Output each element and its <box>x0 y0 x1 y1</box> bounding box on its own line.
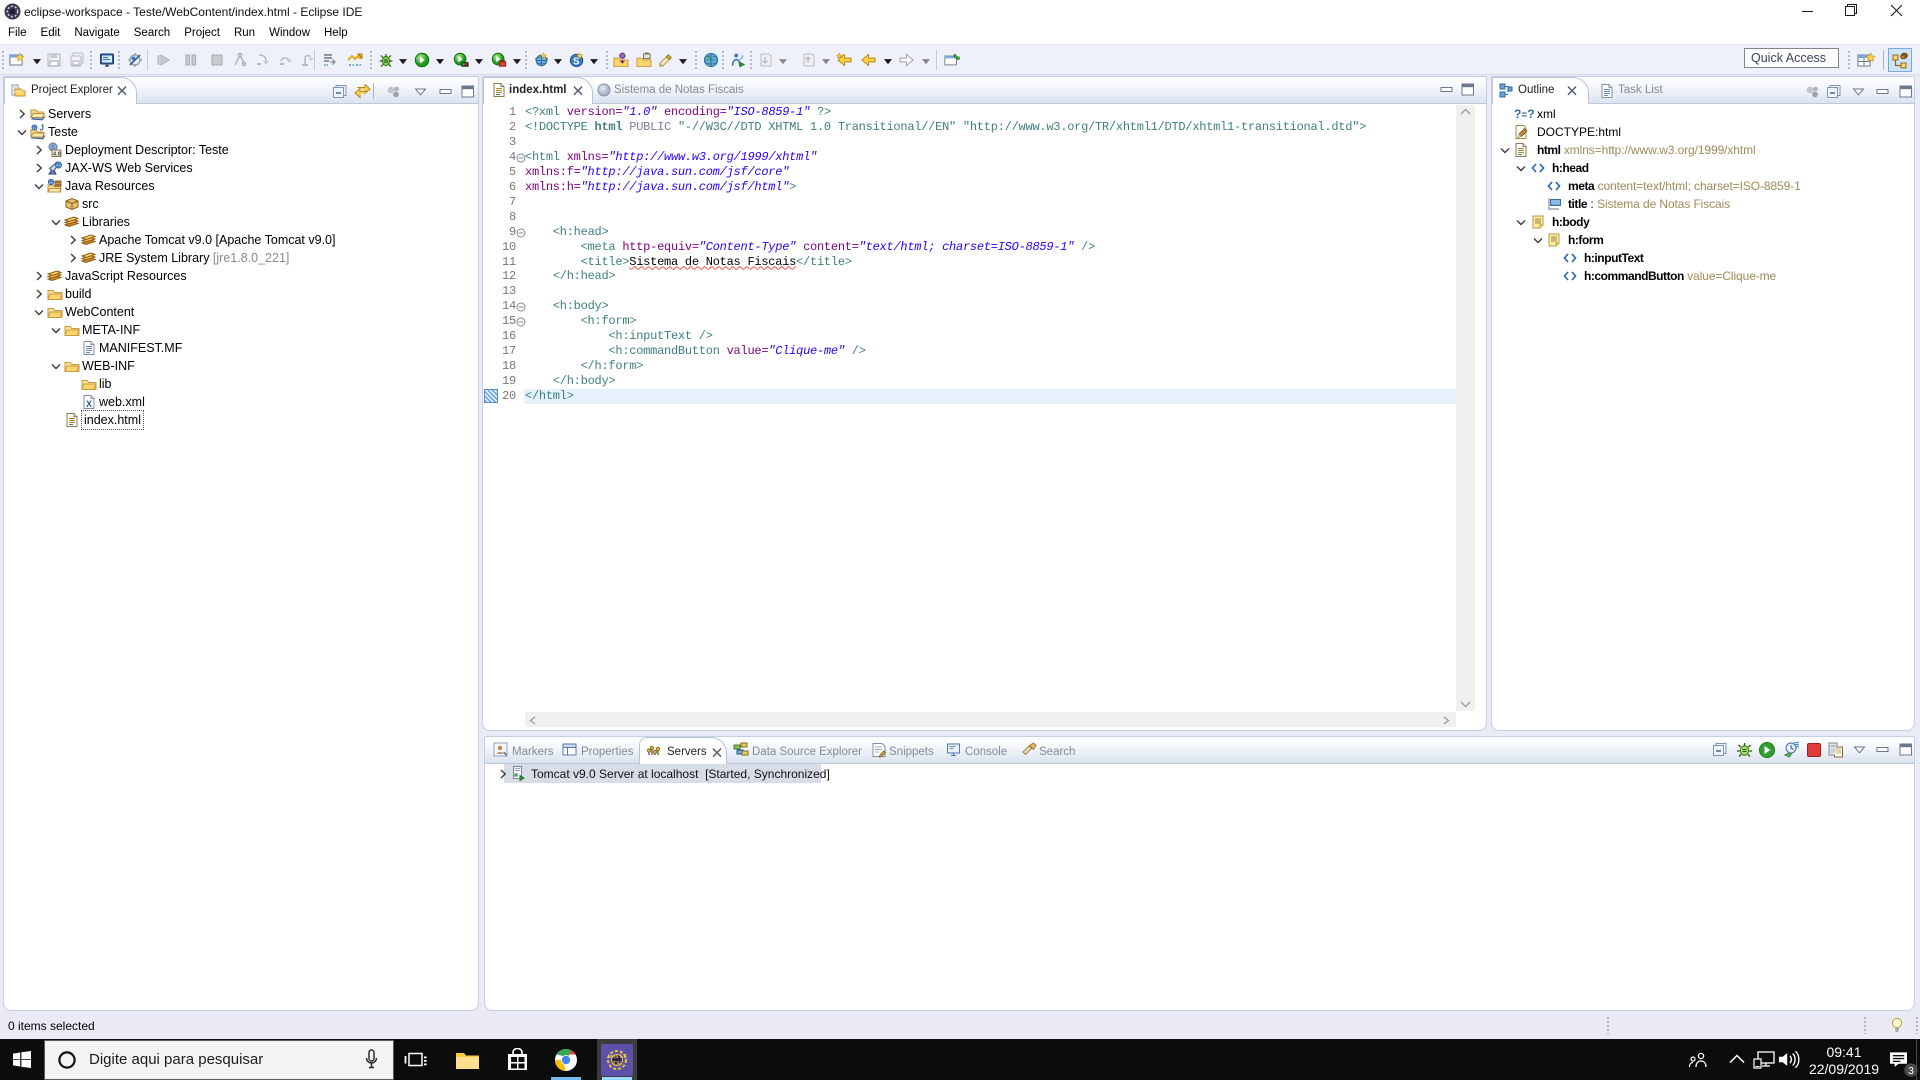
svg-text:Java EE: Java EE <box>607 1054 628 1060</box>
svg-text:3: 3 <box>1908 1066 1914 1077</box>
svg-text:S: S <box>573 56 580 67</box>
svg-text:IDE: IDE <box>612 1061 622 1067</box>
